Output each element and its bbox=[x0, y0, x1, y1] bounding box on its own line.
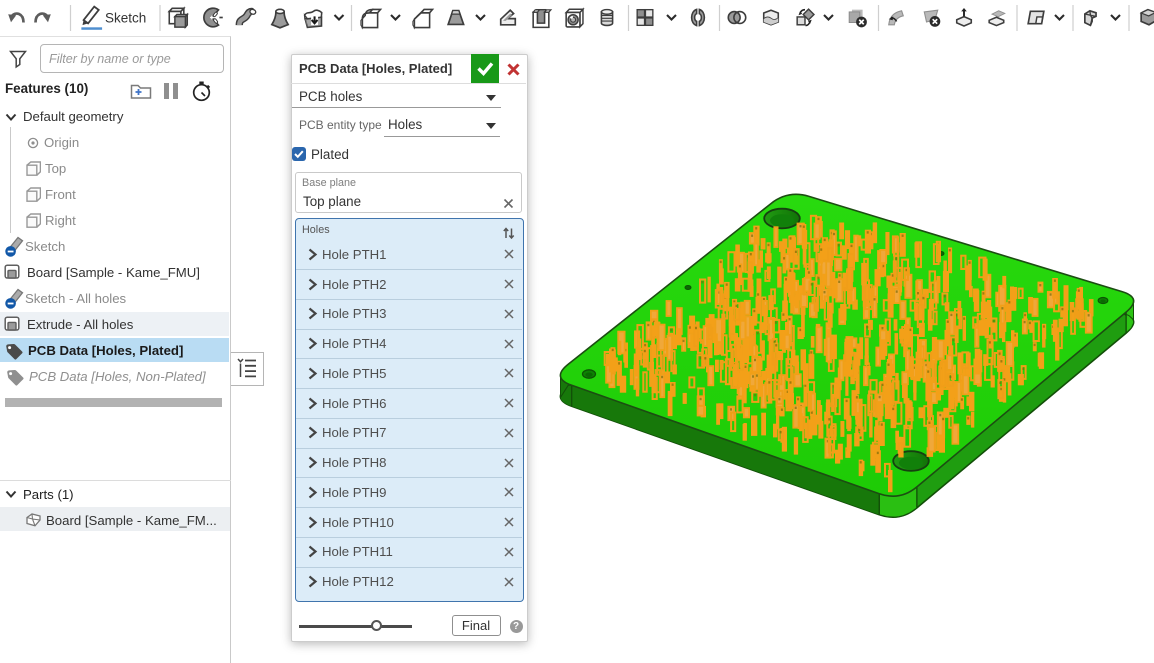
svg-text:Sketch: Sketch bbox=[105, 11, 146, 26]
